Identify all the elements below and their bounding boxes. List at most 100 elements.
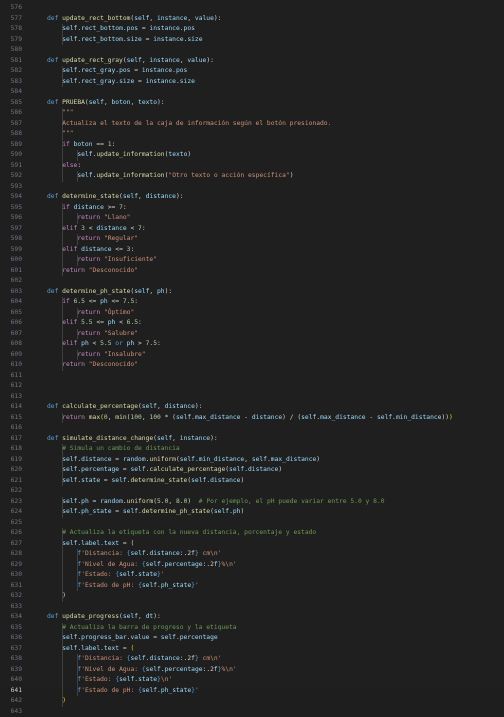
code-token: # Simula un cambio de distancia <box>62 445 180 452</box>
code-line[interactable]: 608elif ph < 5.5 or ph > 7.5: <box>0 339 504 350</box>
code-line[interactable]: 605return "Óptimo" <box>0 308 504 319</box>
code-token: 'Distancia: <box>81 655 127 662</box>
indent-guide <box>62 560 63 571</box>
line-number: 600 <box>0 255 22 266</box>
code-token: 7.5 <box>146 340 157 347</box>
code-line[interactable]: 627self.label.text = ( <box>0 539 504 550</box>
code-line[interactable]: 594def determine_state(self, distance): <box>0 192 504 203</box>
code-line[interactable]: 613 <box>0 392 504 403</box>
code-token: : <box>123 204 127 211</box>
code-line[interactable]: 598return "Regular" <box>0 234 504 245</box>
code-token: state <box>138 571 157 578</box>
code-line[interactable]: 637self.label.text = ( <box>0 644 504 655</box>
code-line[interactable]: 592self.update_information("Otro texto o… <box>0 171 504 182</box>
code-line[interactable]: 578self.rect_bottom.pos = instance.pos <box>0 24 504 35</box>
code-token: Actualiza el texto de la caja de informa… <box>62 120 331 127</box>
code-token: def <box>47 99 62 106</box>
code-line[interactable]: 622 <box>0 486 504 497</box>
code-line[interactable]: 625 <box>0 518 504 529</box>
code-line[interactable]: 643 <box>0 707 504 717</box>
code-token: distance <box>210 477 240 484</box>
code-line[interactable]: 621self.state = self.determine_state(sel… <box>0 476 504 487</box>
line-number: 580 <box>0 45 22 56</box>
code-line[interactable]: 580 <box>0 45 504 56</box>
line-number: 629 <box>0 560 22 571</box>
code-text: elif ph < 5.5 or ph > 7.5: <box>62 339 161 350</box>
code-text: elif 5.5 <= ph < 6.5: <box>62 318 142 329</box>
code-token: , <box>138 193 146 200</box>
code-line[interactable]: 619self.distance = random.uniform(self.m… <box>0 455 504 466</box>
code-line[interactable]: 602 <box>0 276 504 287</box>
code-line[interactable]: 634def update_progress(self, dt): <box>0 612 504 623</box>
code-line[interactable]: 588""" <box>0 129 504 140</box>
code-line[interactable]: 636self.progress_bar.value = self.percen… <box>0 633 504 644</box>
code-line[interactable]: 609return "Insalubre" <box>0 350 504 361</box>
code-line[interactable]: 642) <box>0 696 504 707</box>
code-line[interactable]: 640f'Estado: {self.state}\n' <box>0 675 504 686</box>
code-line[interactable]: 579self.rect_bottom.size = instance.size <box>0 35 504 46</box>
code-line[interactable]: 614def calculate_percentage(self, distan… <box>0 402 504 413</box>
code-line[interactable]: 599elif distance <= 3: <box>0 245 504 256</box>
code-token: < <box>89 340 100 347</box>
code-line[interactable]: 616 <box>0 423 504 434</box>
code-line[interactable]: 590self.update_information(texto) <box>0 150 504 161</box>
code-line[interactable]: 628f'Distancia: {self.distance:.2f} cm\n… <box>0 549 504 560</box>
code-line[interactable]: 577def update_rect_bottom(self, instance… <box>0 14 504 25</box>
code-line[interactable]: 632) <box>0 591 504 602</box>
code-line[interactable]: 601return "Desconocido" <box>0 266 504 277</box>
code-line[interactable]: 597elif 3 < distance < 7: <box>0 224 504 235</box>
code-text: # Simula un cambio de distancia <box>62 444 180 455</box>
code-line[interactable]: 618# Simula un cambio de distancia <box>0 444 504 455</box>
code-line[interactable]: 576 <box>0 3 504 14</box>
line-number: 586 <box>0 108 22 119</box>
code-line[interactable]: 604if 6.5 <= ph <= 7.5: <box>0 297 504 308</box>
code-line[interactable]: 607return "Salubre" <box>0 329 504 340</box>
code-line[interactable]: 587Actualiza el texto de la caja de info… <box>0 119 504 130</box>
code-line[interactable]: 639f'Nivel de Agua: {self.percentage:.2f… <box>0 665 504 676</box>
code-line[interactable]: 630f'Estado: {self.state}' <box>0 570 504 581</box>
code-line[interactable]: 581def update_rect_gray(self, instance, … <box>0 56 504 67</box>
code-token: "Desconocido" <box>89 267 138 274</box>
code-line[interactable]: 635# Actualiza la barra de progreso y la… <box>0 623 504 634</box>
code-token: : <box>112 141 116 148</box>
code-line[interactable]: 584 <box>0 87 504 98</box>
code-line[interactable]: 610return "Desconocido" <box>0 360 504 371</box>
line-number: 621 <box>0 476 22 487</box>
code-line[interactable]: 626# Actualiza la etiqueta con la nueva … <box>0 528 504 539</box>
code-line[interactable]: 617def simulate_distance_change(self, in… <box>0 434 504 445</box>
code-line[interactable]: 589if boton == 1: <box>0 140 504 151</box>
code-line[interactable]: 641f'Estado de pH: {self.ph_state}' <box>0 686 504 697</box>
code-line[interactable]: 603def determine_ph_state(self, ph): <box>0 287 504 298</box>
code-token: self <box>214 508 229 515</box>
code-token: percentage <box>165 561 203 568</box>
code-token: """ <box>62 109 73 116</box>
code-text: def simulate_distance_change(self, insta… <box>47 434 218 445</box>
code-line[interactable]: 606elif 5.5 <= ph < 6.5: <box>0 318 504 329</box>
code-text: ) <box>62 591 66 602</box>
code-line[interactable]: 593 <box>0 182 504 193</box>
code-line[interactable]: 595if distance >= 7: <box>0 203 504 214</box>
code-line[interactable]: 583self.rect_gray.size = instance.size <box>0 77 504 88</box>
line-number: 631 <box>0 581 22 592</box>
code-line[interactable]: 638f'Distancia: {self.distance:.2f} cm\n… <box>0 654 504 665</box>
code-line[interactable]: 585def PRUEBA(self, boton, texto): <box>0 98 504 109</box>
code-token: = <box>142 36 153 43</box>
code-editor[interactable]: 576577def update_rect_bottom(self, insta… <box>0 0 504 687</box>
code-token: "Llano" <box>104 214 131 221</box>
code-line[interactable]: 615return max(0, min(100, 100 * (self.ma… <box>0 413 504 424</box>
code-line[interactable]: 582self.rect_gray.pos = instance.pos <box>0 66 504 77</box>
code-token: cm\n' <box>199 655 222 662</box>
code-line[interactable]: 586 """ <box>0 108 504 119</box>
code-line[interactable]: 591else: <box>0 161 504 172</box>
code-line[interactable]: 633 <box>0 602 504 613</box>
code-line[interactable]: 612 <box>0 381 504 392</box>
code-line[interactable]: 623self.ph = random.uniform(5.0, 8.0) # … <box>0 497 504 508</box>
code-line[interactable]: 620self.percentage = self.calculate_perc… <box>0 465 504 476</box>
code-line[interactable]: 631f'Estado de pH: {self.ph_state}' <box>0 581 504 592</box>
code-line[interactable]: 600return "Insuficiente" <box>0 255 504 266</box>
code-line[interactable]: 611 <box>0 371 504 382</box>
code-line[interactable]: 596return "Llano" <box>0 213 504 224</box>
code-line[interactable]: 629f'Nivel de Agua: {self.percentage:.2f… <box>0 560 504 571</box>
code-line[interactable]: 624self.ph_state = self.determine_ph_sta… <box>0 507 504 518</box>
code-text: self.update_information(texto) <box>77 150 191 161</box>
